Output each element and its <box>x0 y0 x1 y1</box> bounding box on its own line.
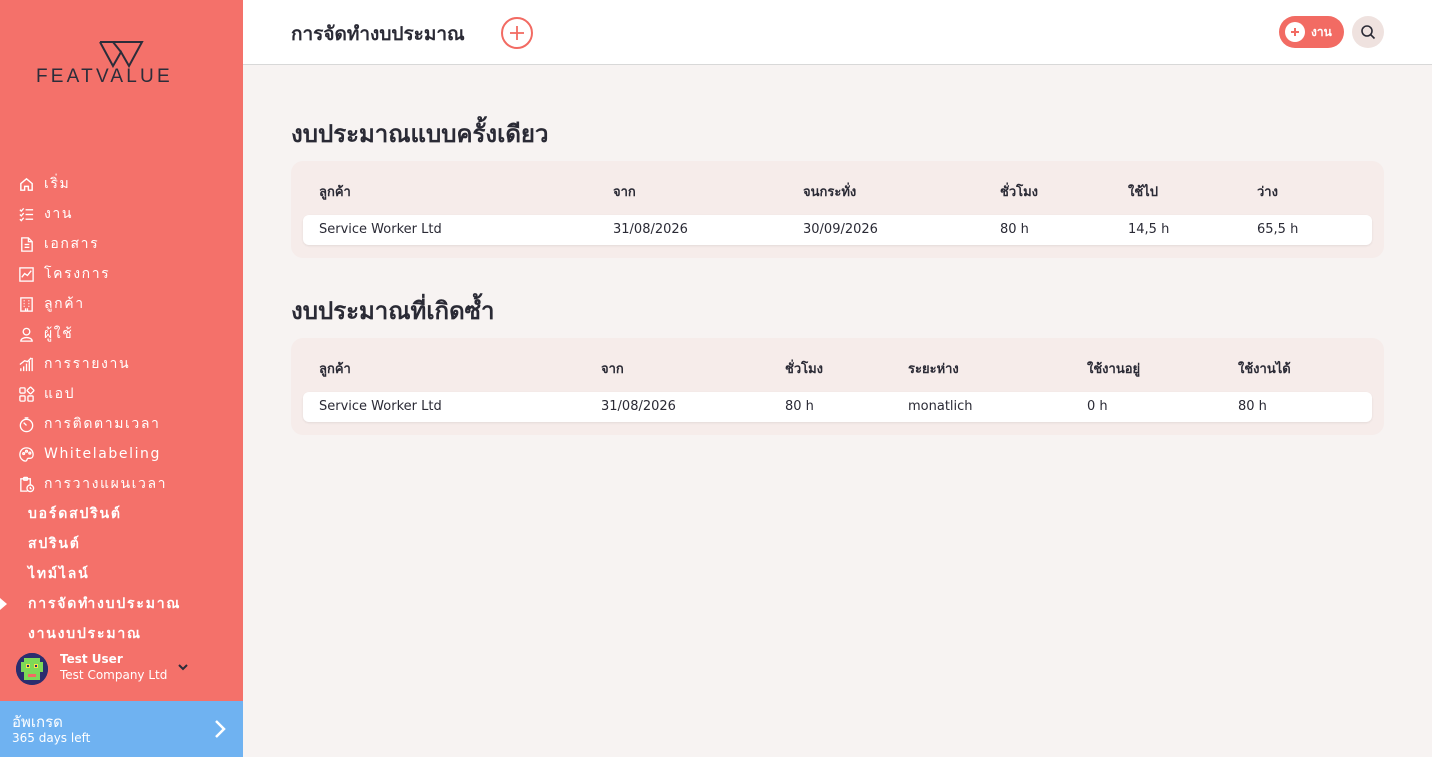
cell-in-use: 0 h <box>1087 399 1108 414</box>
column-header[interactable]: จาก <box>601 358 624 379</box>
sidebar-item-label: งาน <box>44 206 74 222</box>
sidebar-subitem-sprints[interactable]: สปรินต์ <box>0 529 243 559</box>
sidebar-item-label: โครงการ <box>44 266 111 282</box>
plus-icon <box>510 26 524 40</box>
add-task-label: งาน <box>1311 24 1332 39</box>
recurring-budgets-title: งบประมาณที่เกิดซ้ำ <box>291 297 495 325</box>
clipboard-clock-icon <box>17 475 35 493</box>
sidebar-item-label: การวางแผนเวลา <box>44 476 168 492</box>
sidebar: FEATVALUE เริ่ม งาน เอกสาร โครงการ ลูกค้… <box>0 0 243 757</box>
column-header[interactable]: ระยะห่าง <box>908 358 959 379</box>
home-icon <box>17 175 35 193</box>
sidebar-item-label: การจัดทำงบประมาณ <box>28 596 182 612</box>
sidebar-item-label: แอป <box>44 386 76 402</box>
sidebar-item-label: การรายงาน <box>44 356 131 372</box>
column-header[interactable]: ใช้ไป <box>1128 181 1158 202</box>
sidebar-item-users[interactable]: ผู้ใช้ <box>0 319 243 349</box>
table-row[interactable]: Service Worker Ltd 31/08/2026 80 h monat… <box>303 392 1372 422</box>
cell-until: 30/09/2026 <box>803 222 878 237</box>
sidebar-item-label: เริ่ม <box>44 176 71 192</box>
upgrade-days-left: 365 days left <box>12 731 91 745</box>
column-header[interactable]: ใช้งานได้ <box>1238 358 1291 379</box>
column-header[interactable]: ลูกค้า <box>319 358 351 379</box>
user-menu[interactable]: Test User Test Company Ltd <box>14 651 234 687</box>
user-company: Test Company Ltd <box>60 668 168 682</box>
one-time-budgets-table: ลูกค้า จาก จนกระทั่ง ชั่วโมง ใช้ไป ว่าง … <box>291 161 1384 258</box>
column-header[interactable]: ใช้งานอยู่ <box>1087 358 1140 379</box>
sidebar-subitem-budgeting[interactable]: การจัดทำงบประมาณ <box>0 589 243 619</box>
logo-text: FEATVALUE <box>36 66 173 87</box>
add-budget-button[interactable] <box>501 17 533 49</box>
sidebar-item-label: การติดตามเวลา <box>44 416 161 432</box>
cell-interval: monatlich <box>908 399 973 414</box>
building-icon <box>17 295 35 313</box>
chevron-right-icon <box>215 720 226 738</box>
column-header[interactable]: จนกระทั่ง <box>803 181 856 202</box>
featvalue-logo[interactable]: FEATVALUE <box>36 40 208 90</box>
table-row[interactable]: Service Worker Ltd 31/08/2026 30/09/2026… <box>303 215 1372 245</box>
column-header[interactable]: ลูกค้า <box>319 181 351 202</box>
cell-available: 80 h <box>1238 399 1267 414</box>
cell-from: 31/08/2026 <box>613 222 688 237</box>
cell-from: 31/08/2026 <box>601 399 676 414</box>
sidebar-item-clients[interactable]: ลูกค้า <box>0 289 243 319</box>
sidebar-item-label: งานงบประมาณ <box>28 626 142 642</box>
sidebar-item-label: ไทม์ไลน์ <box>28 566 90 582</box>
cell-hours: 80 h <box>1000 222 1029 237</box>
column-header[interactable]: ชั่วโมง <box>1000 181 1038 202</box>
search-icon <box>1361 25 1376 40</box>
sidebar-item-whitelabeling[interactable]: Whitelabeling <box>0 439 243 469</box>
user-name: Test User <box>60 652 123 666</box>
cell-available: 65,5 h <box>1257 222 1299 237</box>
column-header[interactable]: ว่าง <box>1257 181 1278 202</box>
apps-grid-icon <box>17 385 35 403</box>
sidebar-subitem-sprint-board[interactable]: บอร์ดสปรินต์ <box>0 499 243 529</box>
sidebar-item-label: Whitelabeling <box>44 446 162 462</box>
palette-icon <box>17 445 35 463</box>
recurring-budgets-table: ลูกค้า จาก ชั่วโมง ระยะห่าง ใช้งานอยู่ ใ… <box>291 338 1384 435</box>
sidebar-nav: เริ่ม งาน เอกสาร โครงการ ลูกค้า ผู้ใช้ ก… <box>0 169 243 649</box>
sidebar-subitem-timeline[interactable]: ไทม์ไลน์ <box>0 559 243 589</box>
checklist-icon <box>17 205 35 223</box>
cell-client: Service Worker Ltd <box>319 222 442 237</box>
page-title: การจัดทำงบประมาณ <box>291 23 465 45</box>
sidebar-item-label: บอร์ดสปรินต์ <box>28 506 122 522</box>
sidebar-item-label: สปรินต์ <box>28 536 81 552</box>
sidebar-item-tasks[interactable]: งาน <box>0 199 243 229</box>
search-button[interactable] <box>1352 16 1384 48</box>
cell-client: Service Worker Ltd <box>319 399 442 414</box>
cell-hours: 80 h <box>785 399 814 414</box>
active-indicator <box>0 598 7 610</box>
add-task-button[interactable]: งาน <box>1279 16 1344 48</box>
upgrade-banner[interactable]: อัพเกรด 365 days left <box>0 701 243 757</box>
column-header[interactable]: ชั่วโมง <box>785 358 823 379</box>
stopwatch-icon <box>17 415 35 433</box>
chart-board-icon <box>17 265 35 283</box>
sidebar-subitem-budget-tasks[interactable]: งานงบประมาณ <box>0 619 243 649</box>
document-icon <box>17 235 35 253</box>
bar-chart-icon <box>17 355 35 373</box>
cell-used: 14,5 h <box>1128 222 1170 237</box>
chevron-down-icon[interactable] <box>177 661 189 673</box>
plus-icon <box>1285 22 1305 42</box>
sidebar-item-label: เอกสาร <box>44 236 100 252</box>
sidebar-item-label: ลูกค้า <box>44 296 85 312</box>
logo-mark-icon <box>99 41 144 68</box>
column-header[interactable]: จาก <box>613 181 636 202</box>
top-header: การจัดทำงบประมาณ งาน <box>243 0 1432 65</box>
sidebar-item-time-planning[interactable]: การวางแผนเวลา <box>0 469 243 499</box>
sidebar-item-label: ผู้ใช้ <box>44 326 74 342</box>
sidebar-item-apps[interactable]: แอป <box>0 379 243 409</box>
sidebar-item-time-tracking[interactable]: การติดตามเวลา <box>0 409 243 439</box>
avatar <box>16 653 48 685</box>
one-time-budgets-title: งบประมาณแบบครั้งเดียว <box>291 120 549 148</box>
sidebar-item-home[interactable]: เริ่ม <box>0 169 243 199</box>
user-icon <box>17 325 35 343</box>
sidebar-item-reporting[interactable]: การรายงาน <box>0 349 243 379</box>
sidebar-item-documents[interactable]: เอกสาร <box>0 229 243 259</box>
sidebar-item-projects[interactable]: โครงการ <box>0 259 243 289</box>
